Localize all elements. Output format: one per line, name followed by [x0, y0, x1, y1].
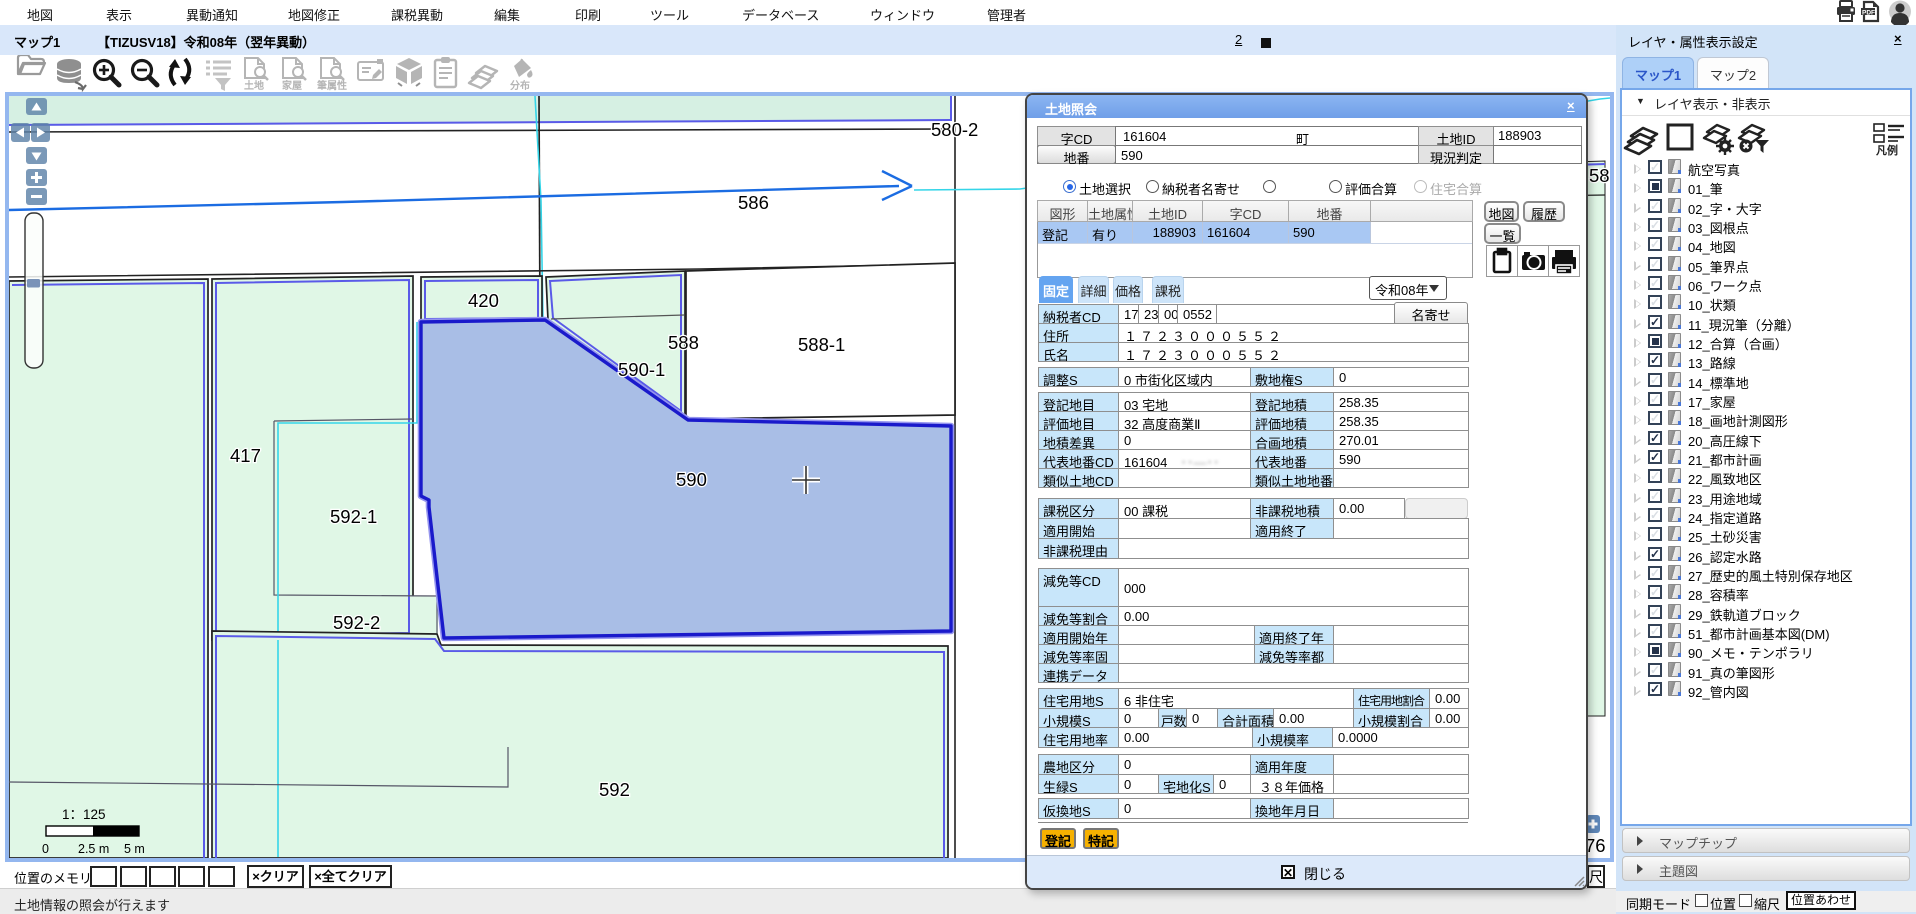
svg-text:家屋: 家屋: [282, 79, 302, 92]
svg-text:分布: 分布: [510, 79, 530, 92]
svg-text:588-1: 588-1: [798, 334, 845, 355]
svg-text:凡例: 凡例: [1876, 143, 1898, 157]
svg-text:580-2: 580-2: [931, 119, 978, 140]
svg-text:筆属性: 筆属性: [317, 79, 347, 92]
svg-text:417: 417: [230, 445, 261, 466]
svg-text:590-1: 590-1: [618, 359, 665, 380]
svg-text:588: 588: [668, 332, 699, 353]
svg-text:土地: 土地: [244, 79, 264, 92]
svg-text:592: 592: [599, 779, 630, 800]
svg-text:592-1: 592-1: [330, 506, 377, 527]
svg-text:586: 586: [738, 192, 769, 213]
svg-text:420: 420: [468, 290, 499, 311]
svg-text:2.5 m: 2.5 m: [78, 842, 109, 856]
svg-text:58: 58: [1589, 165, 1610, 186]
svg-text:0: 0: [42, 842, 49, 856]
svg-text:5 m: 5 m: [124, 842, 145, 856]
svg-text:76: 76: [1585, 835, 1606, 856]
svg-text:592-2: 592-2: [333, 612, 380, 633]
svg-text:PDF: PDF: [1862, 10, 1875, 17]
svg-text:590: 590: [676, 469, 707, 490]
svg-text:1：125: 1：125: [62, 807, 106, 822]
